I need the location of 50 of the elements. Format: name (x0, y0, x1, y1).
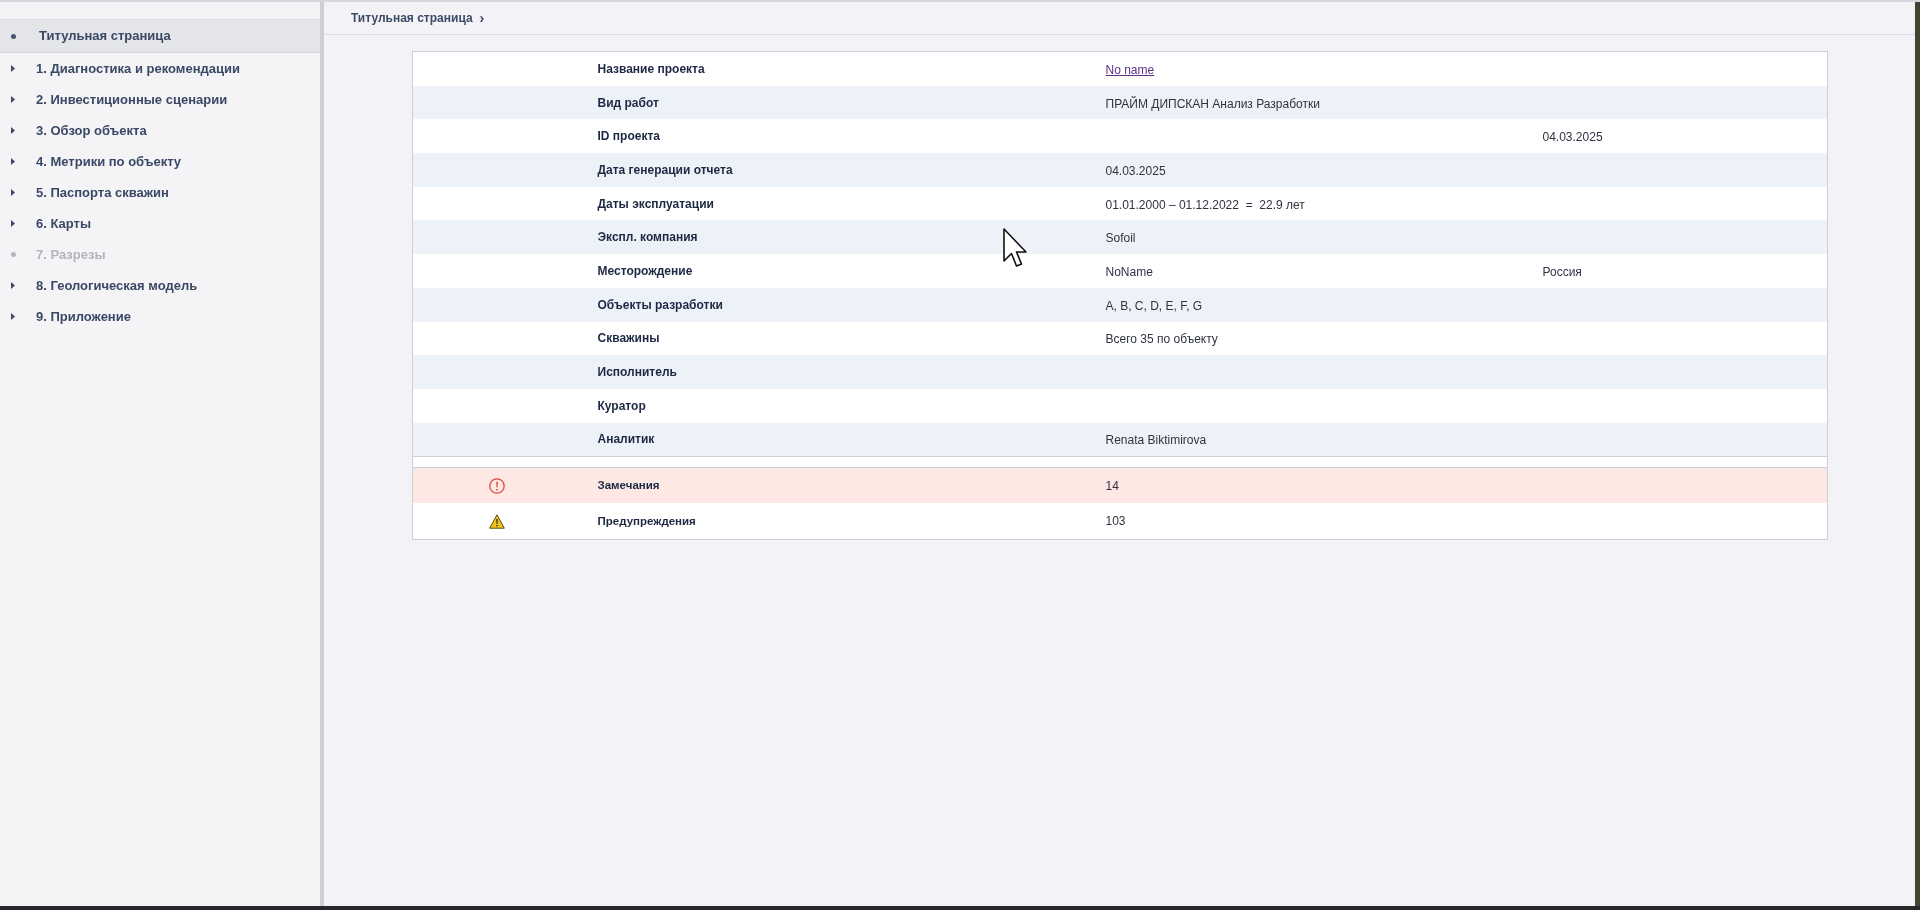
field-value: Всего 35 по объекту (1105, 332, 1218, 347)
caret-icon (11, 96, 15, 103)
breadcrumb-separator: › (479, 8, 485, 28)
field-value: NoName (1105, 264, 1153, 279)
project-name-link[interactable]: No name (1105, 62, 1155, 77)
bullet-icon (11, 252, 16, 257)
alert-label: Замечания (597, 478, 661, 494)
field-value: 01.01.2000 – 01.12.2022 = 22.9 лет (1105, 197, 1305, 212)
sidebar-item[interactable]: 9. Приложение (0, 301, 320, 332)
field-value: Россия (1542, 264, 1582, 279)
field-value: 04.03.2025 (1542, 130, 1603, 145)
field-value: Renata Biktimirova (1105, 433, 1207, 448)
caret-icon (11, 313, 15, 320)
field-label: Месторождение (597, 262, 694, 280)
field-value: ПРАЙМ ДИПСКАН Анализ Разработки (1105, 96, 1320, 111)
field-value: 04.03.2025 (1105, 163, 1166, 178)
sidebar-item[interactable]: 8. Геологическая модель (0, 270, 320, 301)
exclamation-circle-icon (488, 477, 505, 494)
sidebar-item[interactable]: 6. Карты (0, 208, 320, 239)
sidebar-item[interactable]: 2. Инвестиционные сценарии (0, 84, 320, 115)
sidebar-item[interactable]: 1. Диагностика и рекомендации (0, 53, 320, 84)
caret-icon (11, 189, 15, 196)
field-label: Название проекта (597, 60, 706, 78)
field-value: A, B, C, D, E, F, G (1105, 298, 1203, 313)
sidebar-item[interactable]: Титульная страница (0, 20, 320, 53)
field-label: Экспл. компания (597, 229, 699, 247)
bullet-icon (11, 33, 16, 39)
sidebar-item[interactable]: 4. Метрики по объекту (0, 146, 320, 177)
field-label: Исполнитель (597, 364, 678, 382)
field-label: ID проекта (597, 128, 661, 146)
sidebar-item[interactable]: 5. Паспорта скважин (0, 177, 320, 208)
field-label: Куратор (597, 397, 647, 415)
field-label: Вид работ (597, 94, 660, 112)
alert-count: 14 (1105, 477, 1120, 495)
caret-icon (11, 127, 15, 134)
caret-icon (11, 158, 15, 165)
breadcrumb-link[interactable]: Титульная страница (351, 9, 473, 27)
field-value: Sofoil (1105, 231, 1136, 246)
warning-icon (488, 513, 505, 529)
field-label: Дата генерации отчета (597, 161, 734, 179)
sidebar-item[interactable]: 3. Обзор объекта (0, 115, 320, 146)
field-label: Скважины (597, 330, 661, 348)
caret-icon (11, 220, 15, 227)
caret-icon (11, 282, 15, 289)
field-label: Аналитик (597, 431, 656, 449)
field-label: Даты эксплуатации (597, 195, 715, 213)
field-label: Объекты разработки (597, 296, 724, 314)
alert-count: 103 (1105, 513, 1127, 531)
caret-icon (11, 65, 15, 72)
alert-label: Предупреждения (597, 513, 697, 529)
